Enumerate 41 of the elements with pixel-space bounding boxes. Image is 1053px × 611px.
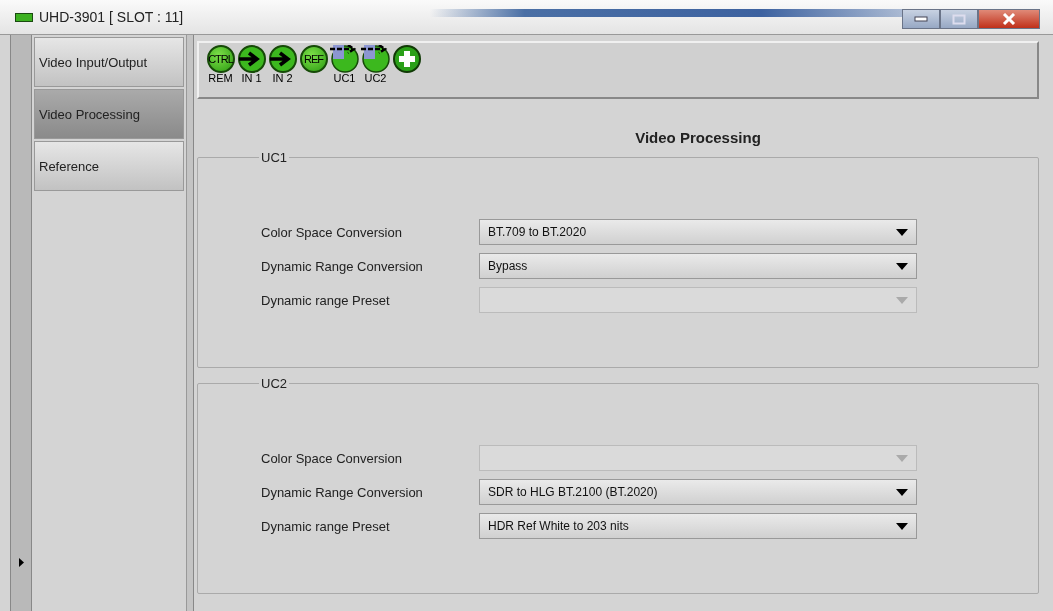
- card-icon: [15, 12, 33, 22]
- maximize-button[interactable]: [940, 9, 978, 29]
- minimize-button[interactable]: [902, 9, 940, 29]
- caret-icon: [896, 262, 908, 270]
- converter-icon[interactable]: [360, 45, 391, 73]
- caret-icon: [896, 228, 908, 236]
- sidebar-item[interactable]: Reference: [34, 141, 184, 191]
- icon-label: UC1: [333, 73, 356, 84]
- group-title: UC1: [260, 150, 288, 165]
- field-label: Dynamic Range Conversion: [261, 258, 424, 274]
- dropdown[interactable]: BT.709 to BT.2020: [479, 219, 917, 245]
- dropdown[interactable]: Bypass: [479, 253, 917, 279]
- field-label: Dynamic range Preset: [261, 518, 391, 534]
- minimize-icon: [914, 16, 928, 22]
- icon-label: UC2: [364, 73, 387, 84]
- field-label: Color Space Conversion: [261, 450, 403, 466]
- close-icon: [1002, 13, 1016, 25]
- caret-icon: [896, 488, 908, 496]
- expand-triangle-icon: [18, 558, 24, 567]
- dropdown[interactable]: HDR Ref White to 203 nits: [479, 513, 917, 539]
- group-title: UC2: [260, 376, 288, 391]
- converter-icon[interactable]: [329, 45, 360, 73]
- caret-icon: [896, 296, 908, 304]
- icon-label: REM: [208, 73, 233, 84]
- icon-label: IN 2: [272, 73, 293, 84]
- sidebar-item[interactable]: Video Input/Output: [34, 37, 184, 87]
- icon-label: IN 1: [241, 73, 262, 84]
- window-title: UHD-3901 [ SLOT : 11]: [39, 9, 184, 25]
- page-title: Video Processing: [634, 129, 762, 146]
- dropdown[interactable]: SDR to HLG BT.2100 (BT.2020): [479, 479, 917, 505]
- maximize-icon: [952, 13, 966, 25]
- status-button[interactable]: CTRL: [206, 45, 235, 73]
- close-button[interactable]: [978, 9, 1040, 29]
- plus-icon[interactable]: [392, 45, 421, 73]
- field-label: Dynamic range Preset: [261, 292, 391, 308]
- status-button[interactable]: REF: [299, 45, 328, 73]
- field-label: Dynamic Range Conversion: [261, 484, 424, 500]
- caret-icon: [896, 522, 908, 530]
- caret-icon: [896, 454, 908, 462]
- sidebar-item[interactable]: Video Processing: [34, 89, 184, 139]
- field-label: Color Space Conversion: [261, 224, 403, 240]
